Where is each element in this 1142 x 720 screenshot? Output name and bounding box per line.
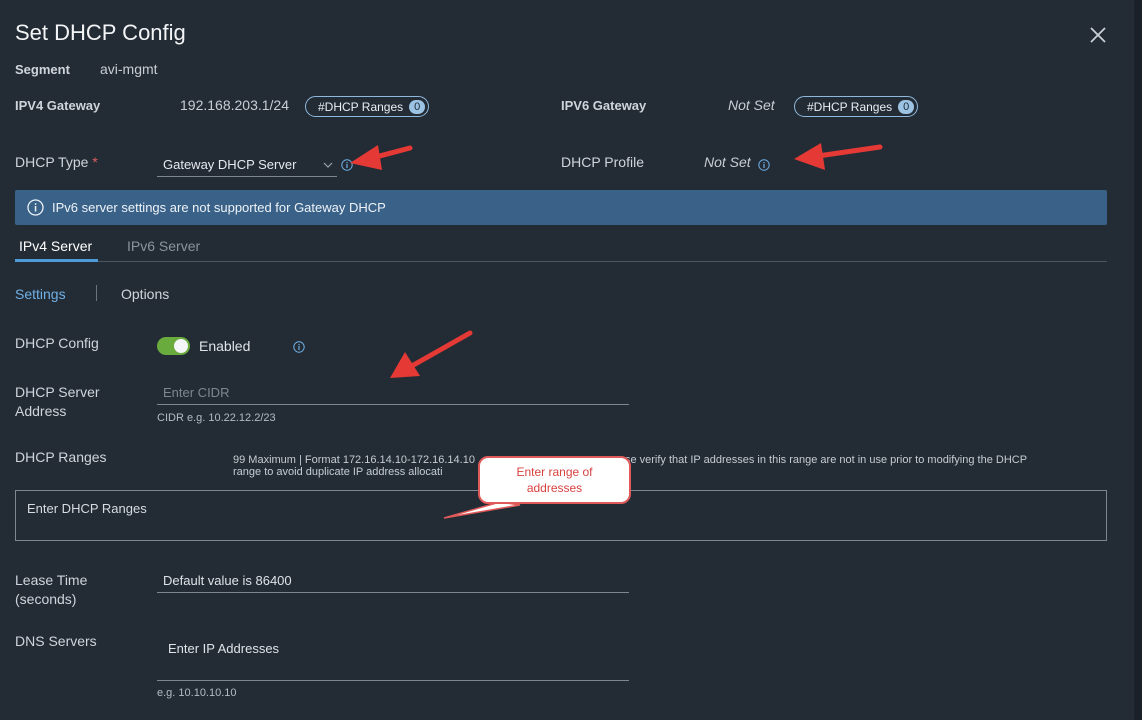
- badge-count: 0: [898, 99, 915, 114]
- ipv6-gateway-value: Not Set: [728, 97, 775, 113]
- dhcp-server-address-label: DHCP Server Address: [15, 384, 100, 419]
- dhcp-ranges-placeholder: Enter DHCP Ranges: [27, 501, 147, 516]
- tab-ipv4-server[interactable]: IPv4 Server: [19, 238, 92, 254]
- ipv4-gateway-label: IPV4 Gateway: [15, 98, 101, 113]
- dhcp-ranges-label: DHCP Ranges: [15, 449, 107, 465]
- dns-servers-label: DNS Servers: [15, 633, 97, 649]
- active-tab-indicator: [15, 259, 98, 262]
- dhcp-profile-label: DHCP Profile: [561, 154, 644, 170]
- lease-time-label: Lease Time (seconds): [15, 572, 88, 607]
- info-icon[interactable]: [293, 340, 305, 358]
- window-edge: [1134, 0, 1142, 720]
- annotation-arrow-dhcp-config: [390, 330, 473, 378]
- ipv6-dhcp-ranges-badge[interactable]: #DHCP Ranges 0: [794, 96, 919, 117]
- dhcp-server-address-hint: CIDR e.g. 10.22.12.2/23: [157, 412, 276, 424]
- toggle-knob: [174, 339, 188, 353]
- banner-text: IPv6 server settings are not supported f…: [52, 200, 386, 215]
- info-banner: IPv6 server settings are not supported f…: [15, 190, 1107, 225]
- dialog-title: Set DHCP Config: [15, 20, 186, 45]
- dhcp-config-label: DHCP Config: [15, 335, 99, 351]
- info-icon[interactable]: [341, 158, 353, 176]
- close-icon[interactable]: [1087, 24, 1109, 46]
- ipv4-dhcp-ranges-badge[interactable]: #DHCP Ranges 0: [305, 96, 430, 117]
- annotation-arrow-dhcp-type: [350, 145, 413, 170]
- subtab-settings[interactable]: Settings: [15, 286, 66, 302]
- annotation-callout: Enter range of addresses: [478, 456, 631, 504]
- badge-label: #DHCP Ranges: [807, 99, 893, 114]
- ipv6-gateway-label: IPV6 Gateway: [561, 98, 647, 113]
- dhcp-profile-value: Not Set: [704, 154, 751, 170]
- dhcp-server-address-input[interactable]: Enter CIDR: [157, 381, 629, 405]
- lease-time-input[interactable]: Default value is 86400: [157, 569, 629, 593]
- dhcp-type-label: DHCP Type *: [15, 154, 98, 170]
- badge-count: 0: [409, 99, 426, 114]
- info-icon[interactable]: [758, 158, 770, 176]
- badge-label: #DHCP Ranges: [318, 99, 404, 114]
- dns-servers-input[interactable]: Enter IP Addresses: [157, 637, 629, 681]
- tabs-divider: [15, 261, 1107, 262]
- dhcp-config-toggle[interactable]: [157, 337, 190, 355]
- dhcp-type-selected: Gateway DHCP Server: [163, 157, 297, 172]
- chevron-down-icon: [323, 153, 333, 186]
- dhcp-ranges-hint: 99 Maximum | Format 172.16.14.10-172.16.…: [233, 454, 1028, 478]
- subtab-options[interactable]: Options: [121, 286, 169, 302]
- dns-servers-hint: e.g. 10.10.10.10: [157, 687, 237, 699]
- tab-ipv6-server[interactable]: IPv6 Server: [127, 238, 200, 254]
- required-mark: *: [92, 154, 98, 170]
- segment-label: Segment: [15, 62, 70, 77]
- segment-value: avi-mgmt: [100, 61, 158, 77]
- ipv4-gateway-value: 192.168.203.1/24: [180, 97, 289, 113]
- annotation-arrow-dhcp-profile: [794, 143, 883, 170]
- subtab-separator: [96, 285, 97, 301]
- toggle-state-label: Enabled: [199, 338, 251, 354]
- dhcp-type-select[interactable]: Gateway DHCP Server: [157, 153, 337, 177]
- info-icon: [27, 199, 44, 216]
